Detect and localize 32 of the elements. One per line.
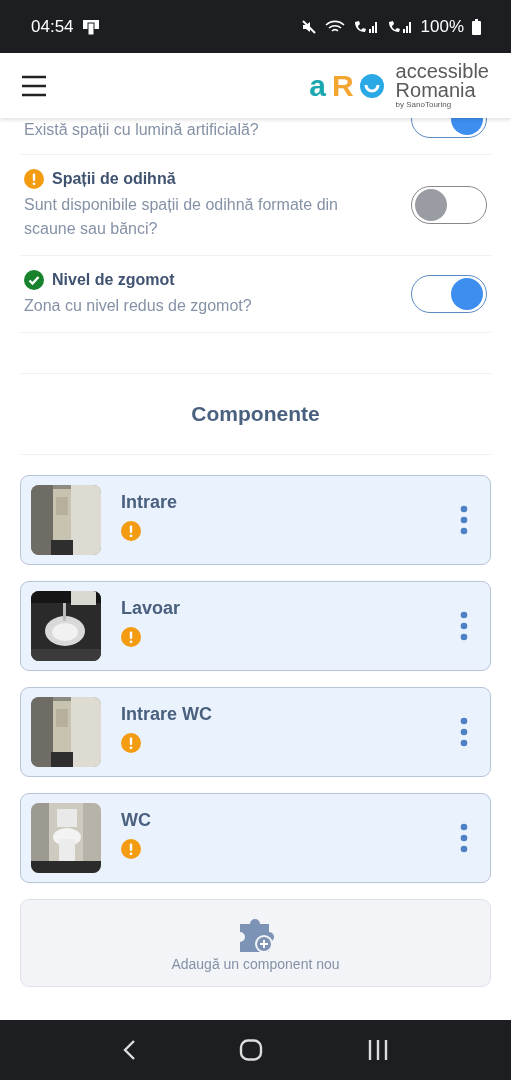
component-card[interactable]: Intrare [20,475,491,565]
feature-title: Spații de odihnă [52,170,176,188]
logo-title: Romania [395,81,477,101]
component-card[interactable]: Lavoar [20,581,491,671]
component-card[interactable]: Intrare WC [20,687,491,777]
component-name: WC [121,810,152,831]
recent-apps-icon[interactable] [367,1039,390,1061]
clock: 04:54 [31,16,74,37]
mute-icon [300,18,317,35]
signal-icon [386,18,413,35]
battery-level: 100% [420,16,464,37]
component-card[interactable]: WC [20,793,491,883]
battery-icon [472,18,481,35]
feature-question: Există spații cu lumină artificială? [24,120,260,140]
smile-logo-icon [359,73,384,98]
screen-cast-icon [81,18,100,35]
feature-question: Sunt disponibile spații de odihnă formate din scaune sau bănci? [24,195,339,239]
menu-button[interactable] [22,74,46,97]
logo-letter: R [331,70,354,101]
section-title: Componente [20,373,491,455]
feature-question: Zona cu nivel redus de zgomot? [24,296,253,316]
feature-title: Nivel de zgomot [52,271,175,289]
component-name: Intrare WC [121,704,213,725]
logo-title: accessible [395,62,489,82]
logo-byline: by SanoTouring [395,101,453,109]
add-component-button[interactable]: Adaugă un component nou [20,899,491,987]
signal-icon [352,18,379,35]
home-icon[interactable] [239,1039,264,1061]
back-icon[interactable] [121,1039,136,1061]
logo-letter: a [309,70,326,101]
component-name: Intrare [121,492,179,513]
component-name: Lavoar [121,598,182,619]
